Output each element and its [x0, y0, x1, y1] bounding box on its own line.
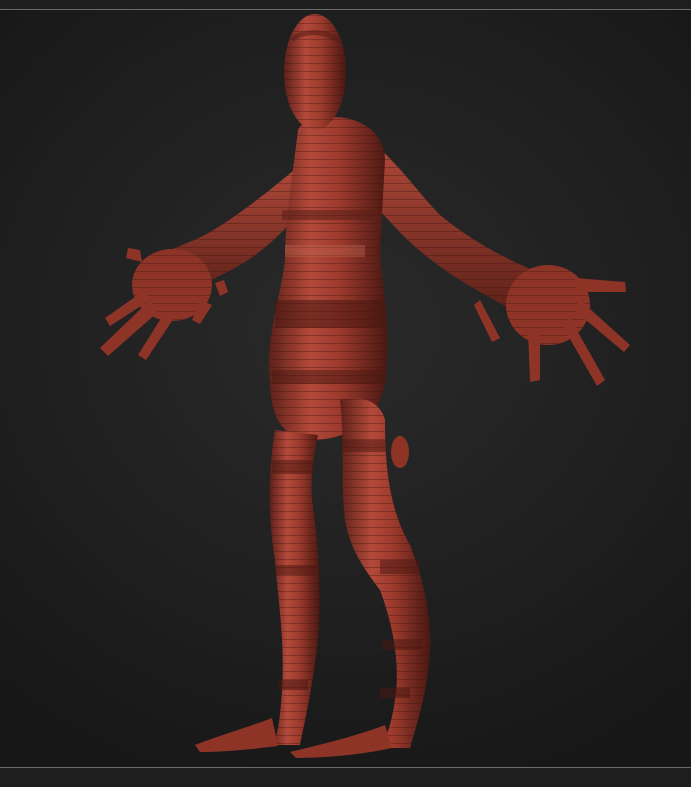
3d-viewport[interactable]: [0, 10, 691, 767]
sculpt-model-figure[interactable]: [0, 10, 691, 767]
figure-body: [100, 14, 630, 758]
viewport-bottom-border: [0, 767, 691, 787]
viewport-top-border: [0, 0, 691, 10]
